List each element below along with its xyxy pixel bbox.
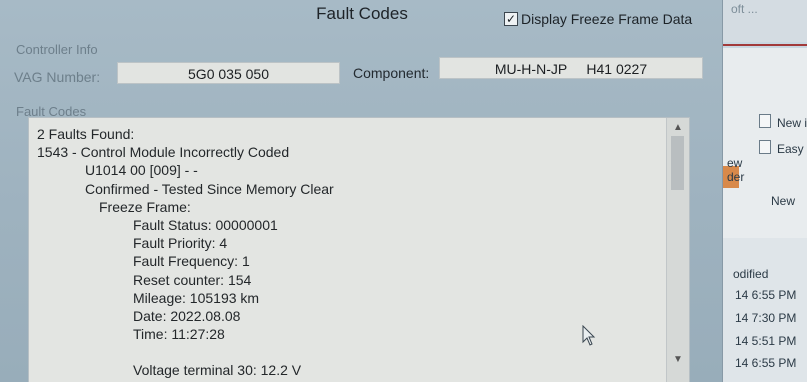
new-items-icon: [759, 114, 771, 128]
modified-time: 14 7:30 PM: [735, 311, 797, 325]
modified-time: 14 6:55 PM: [735, 288, 797, 302]
vag-number-label: VAG Number:: [14, 69, 101, 85]
chevron-up-icon[interactable]: ▲: [667, 120, 689, 136]
ribbon-fragment-der: der: [727, 170, 745, 184]
ff-fault-status: Fault Status: 00000001: [133, 216, 278, 233]
freeze-frame-checkbox[interactable]: ✓: [504, 12, 518, 26]
background-ribbon: New i Easy a ew der New: [723, 48, 807, 238]
window-title: Fault Codes: [316, 4, 408, 23]
modified-time: 14 6:55 PM: [735, 356, 797, 370]
modified-column-header[interactable]: odified: [733, 267, 768, 281]
component-field[interactable]: MU-H-N-JP H41 0227: [439, 57, 703, 79]
ff-reset-counter: Reset counter: 154: [133, 271, 252, 288]
ff-date: Date: 2022.08.08: [133, 307, 241, 324]
controller-info-heading: Controller Info: [16, 42, 98, 57]
ff-time: Time: 11:27:28: [133, 326, 225, 343]
chevron-down-icon[interactable]: ▼: [667, 352, 689, 368]
freeze-frame-option[interactable]: ✓ Display Freeze Frame Data: [504, 11, 692, 27]
freeze-frame-heading: Freeze Frame:: [99, 198, 191, 215]
ff-fault-frequency: Fault Frequency: 1: [133, 253, 250, 270]
background-app-window: oft ... New i Easy a ew der New odified …: [722, 0, 807, 382]
component-label: Component:: [353, 65, 430, 81]
ff-voltage: Voltage terminal 30: 12.2 V: [133, 362, 302, 379]
mouse-pointer-icon: [582, 325, 596, 346]
faults-summary: 2 Faults Found:: [37, 126, 135, 142]
new-items-button[interactable]: New i: [777, 116, 807, 130]
fault-title: 1543 - Control Module Incorrectly Coded: [37, 144, 290, 161]
freeze-frame-label[interactable]: Display Freeze Frame Data: [521, 11, 692, 27]
fault-codes-content: 2 Faults Found: 1543 - Control Module In…: [37, 125, 661, 379]
ff-fault-priority: Fault Priority: 4: [133, 235, 228, 252]
background-file-list: odified 14 6:55 PM 14 7:30 PM 14 5:51 PM…: [723, 238, 807, 382]
vertical-scrollbar[interactable]: ▲ ▼: [666, 118, 689, 382]
background-title: oft ...: [731, 2, 758, 16]
ribbon-group-new: New: [771, 194, 796, 208]
easy-access-button[interactable]: Easy a: [777, 142, 807, 156]
fault-code: U1014 00 [009] - -: [85, 162, 198, 179]
easy-access-icon: [759, 140, 771, 154]
scrollbar-thumb[interactable]: [671, 136, 684, 190]
ribbon-fragment-ew: ew: [727, 156, 743, 170]
fault-codes-window: Fault Codes ✓ Display Freeze Frame Data …: [0, 0, 722, 382]
modified-time: 14 5:51 PM: [735, 334, 797, 348]
background-accent-bar: [723, 44, 807, 46]
background-title-bar: oft ...: [723, 0, 807, 42]
vag-number-field[interactable]: 5G0 035 050: [117, 62, 340, 84]
fault-status-text: Confirmed - Tested Since Memory Clear: [85, 180, 334, 197]
ff-mileage: Mileage: 105193 km: [133, 289, 260, 306]
